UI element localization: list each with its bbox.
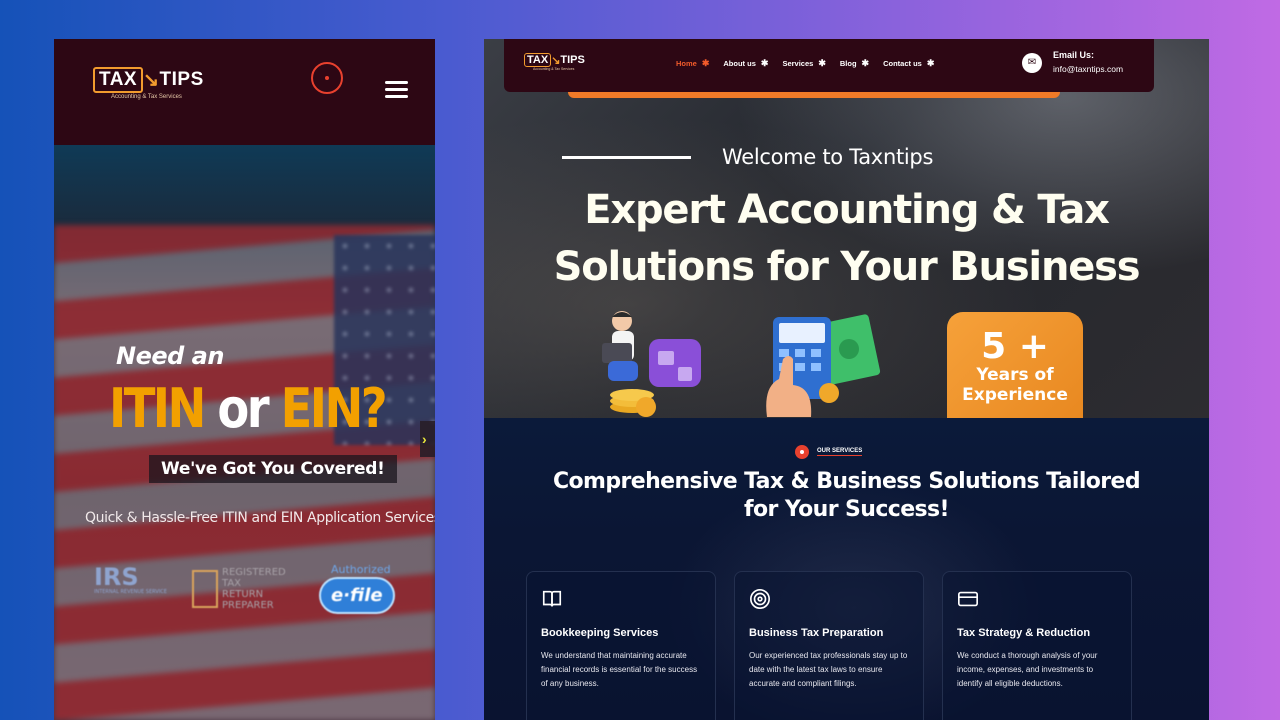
efile-logo: e·file xyxy=(319,577,395,614)
logo-tagline: Accounting & Tax Services xyxy=(533,67,575,71)
star-icon: ✱ xyxy=(861,58,870,68)
hero-covered: We've Got You Covered! xyxy=(149,455,397,483)
desktop-hero: TAX ↘ TIPS Accounting & Tax Services Hom… xyxy=(484,39,1209,422)
star-icon: ✱ xyxy=(818,58,826,68)
target-dot-icon xyxy=(795,445,809,459)
nav-about-us[interactable]: About us ✱ xyxy=(723,58,768,69)
welcome-divider xyxy=(562,156,691,159)
lightning-icon: ↘ xyxy=(143,69,160,91)
services-title: Comprehensive Tax & Business Solutions T… xyxy=(484,468,1209,524)
hero-or: or xyxy=(217,377,269,440)
hero-ein: EIN? xyxy=(280,377,388,440)
registered-seal-icon xyxy=(192,570,218,608)
service-card-bookkeeping[interactable]: Bookkeeping Services We understand that … xyxy=(526,571,716,720)
nav-home[interactable]: Home ✱ xyxy=(676,58,709,69)
desktop-mockup: TAX ↘ TIPS Accounting & Tax Services Hom… xyxy=(484,39,1209,720)
welcome-text: Welcome to Taxntips xyxy=(722,145,934,169)
person-laptop-illustration xyxy=(602,311,701,417)
nav-blog[interactable]: Blog ✱ xyxy=(840,58,869,69)
logo-tagline: Accounting & Tax Services xyxy=(111,94,182,100)
mobile-hero-banner: › Need an ITIN or EIN? We've Got You Cov… xyxy=(54,145,435,720)
irs-logo-text: IRS xyxy=(94,563,139,591)
headline-line-1: Expert Accounting & Tax xyxy=(584,187,1110,233)
card-description: We conduct a thorough analysis of your i… xyxy=(957,651,1098,688)
card-title: Bookkeeping Services xyxy=(541,627,659,639)
experience-number: 5 + xyxy=(981,326,1049,367)
slider-tab[interactable]: › xyxy=(420,421,435,457)
efile-authorized: Authorized xyxy=(331,563,391,576)
card-title: Tax Strategy & Reduction xyxy=(957,627,1091,639)
hero-need-an: Need an xyxy=(116,342,224,370)
mail-icon[interactable]: ✉ xyxy=(1022,53,1042,73)
hero-itin-ein: ITIN or EIN? xyxy=(109,377,388,440)
target-icon xyxy=(750,589,770,609)
irs-sub: INTERNAL REVENUE SERVICE xyxy=(94,589,167,595)
logo-tax: TAX xyxy=(93,67,144,93)
service-card-tax-strategy[interactable]: Tax Strategy & Reduction We conduct a th… xyxy=(942,571,1132,720)
star-icon: ✱ xyxy=(760,58,769,68)
experience-label-2: Experience xyxy=(962,385,1068,405)
services-section: OUR SERVICES Comprehensive Tax & Busines… xyxy=(484,418,1209,720)
target-icon[interactable] xyxy=(311,62,343,94)
headline-line-2: Solutions for Your Business xyxy=(553,244,1141,290)
star-icon: ✱ xyxy=(701,58,710,68)
card-title: Business Tax Preparation xyxy=(749,627,884,639)
card-icon xyxy=(958,591,978,607)
desktop-logo[interactable]: TAX ↘ TIPS Accounting & Tax Services xyxy=(524,53,585,71)
book-icon xyxy=(542,590,562,607)
hero-itin: ITIN xyxy=(109,377,206,440)
services-tag: OUR SERVICES xyxy=(795,445,863,459)
services-title-line-1: Comprehensive Tax & Business Solutions T… xyxy=(553,469,1141,494)
logo-tips: TIPS xyxy=(560,54,585,66)
nav-contact-us[interactable]: Contact us ✱ xyxy=(883,58,934,69)
irs-badge: IRS INTERNAL REVENUE SERVICE xyxy=(94,563,167,595)
hero-headline: Expert Accounting & Tax Solutions for Yo… xyxy=(484,182,1209,296)
card-description: Our experienced tax professionals stay u… xyxy=(749,651,908,688)
services-tag-label: OUR SERVICES xyxy=(817,448,863,456)
calculator-money-illustration xyxy=(766,314,881,417)
card-description: We understand that maintaining accurate … xyxy=(541,651,698,688)
lightning-icon: ↘ xyxy=(551,54,561,67)
registered-preparer-badge: REGISTERED TAX RETURN PREPARER xyxy=(192,567,286,611)
efile-badge: Authorized e·file xyxy=(319,563,395,614)
mobile-logo[interactable]: TAX ↘ TIPS Accounting & Tax Services xyxy=(93,67,204,100)
nav-accent-bar xyxy=(568,92,1060,98)
services-title-line-2: for Your Success! xyxy=(744,497,950,522)
nav-services[interactable]: Services ✱ xyxy=(782,58,825,69)
nav-links: Home ✱ About us ✱ Services ✱ Blog ✱ Contact … xyxy=(676,58,934,69)
star-icon: ✱ xyxy=(926,58,935,68)
experience-card: 5 + Years of Experience xyxy=(947,312,1083,422)
desktop-navbar: TAX ↘ TIPS Accounting & Tax Services Hom… xyxy=(504,39,1154,92)
hamburger-menu-icon[interactable] xyxy=(385,81,408,99)
registered-text: REGISTERED TAX RETURN PREPARER xyxy=(222,567,286,611)
service-card-business-tax[interactable]: Business Tax Preparation Our experienced… xyxy=(734,571,924,720)
logo-tips: TIPS xyxy=(159,69,204,90)
email-link[interactable]: info@taxntips.com xyxy=(1053,64,1123,74)
hero-quick-services: Quick & Hassle-Free ITIN and EIN Applica… xyxy=(85,510,435,526)
mobile-mockup: TAX ↘ TIPS Accounting & Tax Services › N… xyxy=(54,39,435,720)
email-label: Email Us: xyxy=(1053,50,1095,60)
mobile-header: TAX ↘ TIPS Accounting & Tax Services xyxy=(54,39,435,145)
logo-tax: TAX xyxy=(524,53,552,67)
